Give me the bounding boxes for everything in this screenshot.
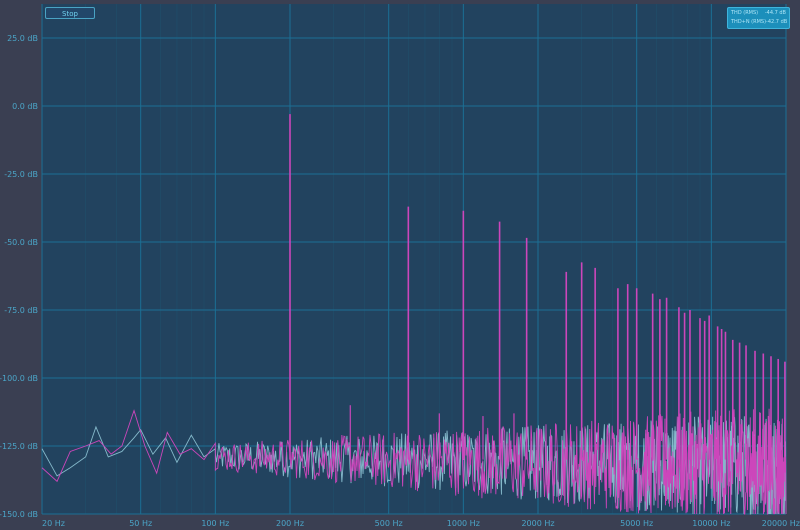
x-tick-label: 1000 Hz (447, 519, 480, 528)
thd-row: THD (RMS) -44.7 dB (731, 9, 786, 18)
x-tick-label: 5000 Hz (620, 519, 653, 528)
y-tick-label: -150.0 dB (0, 510, 38, 519)
thd-readout-panel: THD (RMS) -44.7 dB THD+N (RMS) -42.7 dB (727, 7, 790, 29)
y-tick-label: -25.0 dB (4, 170, 38, 179)
y-tick-label: -125.0 dB (0, 442, 38, 451)
y-tick-label: -50.0 dB (4, 238, 38, 247)
y-tick-label: -100.0 dB (0, 374, 38, 383)
spectrum-chart: 25.0 dB 0.0 dB -25.0 dB -50.0 dB -75.0 dB -10… (0, 0, 800, 530)
y-tick-label: 25.0 dB (7, 34, 38, 43)
x-tick-label: 20 Hz (42, 519, 65, 528)
y-tick-label: 0.0 dB (12, 102, 38, 111)
thd-value: -44.7 dB (764, 10, 786, 16)
x-tick-label: 10000 Hz (692, 519, 730, 528)
thdn-value: -42.7 dB (766, 19, 788, 25)
x-tick-label: 500 Hz (375, 519, 403, 528)
thd-label: THD (RMS) (731, 10, 759, 16)
x-tick-label: 100 Hz (201, 519, 229, 528)
thdn-label: THD+N (RMS) (731, 19, 767, 25)
x-tick-label: 50 Hz (129, 519, 152, 528)
x-tick-label: 2000 Hz (521, 519, 554, 528)
stop-button[interactable]: Stop (45, 7, 95, 19)
x-tick-label: 20000 Hz (762, 519, 800, 528)
x-tick-label: 200 Hz (276, 519, 304, 528)
thdn-row: THD+N (RMS) -42.7 dB (731, 18, 788, 27)
y-tick-label: -75.0 dB (4, 306, 38, 315)
